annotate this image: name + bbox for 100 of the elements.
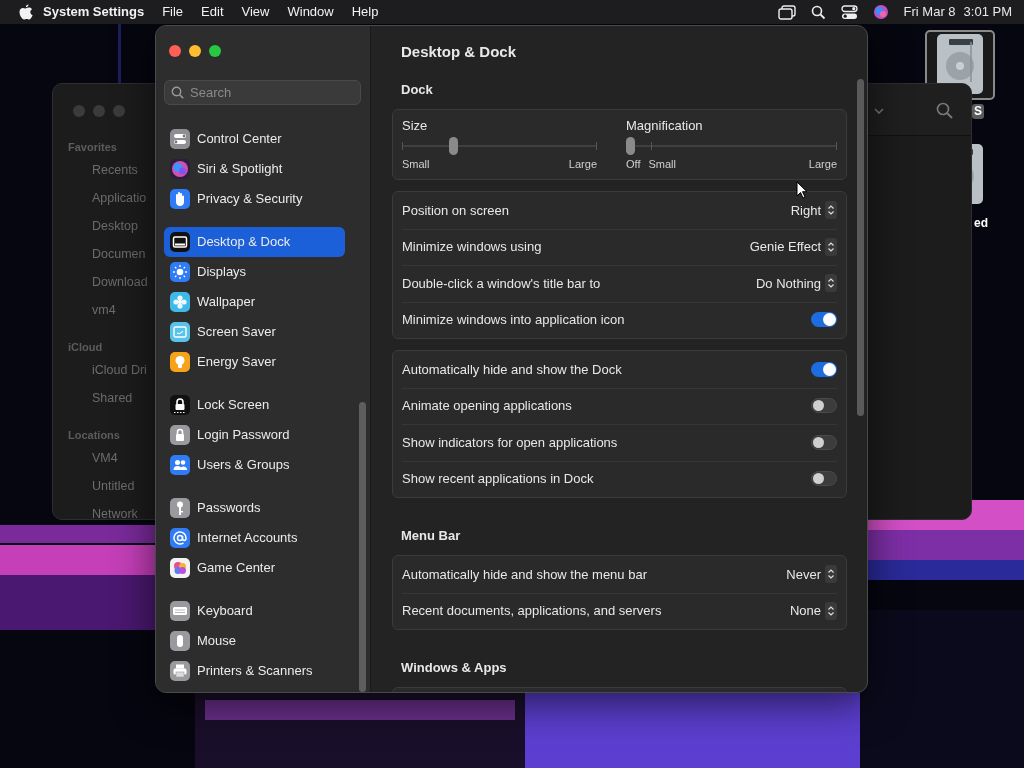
cursor-icon — [796, 181, 808, 199]
time-text: 3:01 PM — [963, 3, 1012, 22]
toggle-switch[interactable] — [811, 471, 837, 487]
apple-icon[interactable] — [19, 4, 33, 20]
search-field[interactable]: Search — [164, 80, 361, 105]
toggle-switch[interactable] — [811, 434, 837, 450]
sidebar-heading: Locations — [68, 428, 120, 443]
sidebar-item[interactable]: Screen Saver — [164, 317, 345, 347]
menu-item[interactable]: View — [232, 0, 279, 24]
people-icon — [170, 455, 190, 475]
sidebar-item[interactable]: Login Password — [164, 420, 345, 450]
orb-icon — [170, 159, 190, 179]
setting-label: Automatically hide and show the Dock — [402, 360, 622, 379]
setting-label: Automatically hide and show the menu bar — [402, 565, 647, 584]
popup-button[interactable]: Do Nothing — [755, 273, 837, 293]
setting-label: Show indicators for open applications — [402, 433, 618, 452]
sidebar-item[interactable]: Desktop & Dock — [164, 227, 345, 257]
sidebar-item[interactable]: Game Center — [164, 553, 345, 583]
icon-label: ed — [973, 216, 989, 231]
slider[interactable] — [626, 136, 837, 156]
sidebar-item[interactable]: Displays — [164, 257, 345, 287]
chevron-icon[interactable] — [874, 108, 884, 114]
page-title: Desktop & Dock — [400, 42, 518, 62]
toggles-icon — [170, 129, 190, 149]
search-icon[interactable] — [810, 4, 826, 20]
scroll-thumb[interactable] — [857, 79, 864, 416]
sidebar-item[interactable]: Lock Screen — [164, 390, 345, 420]
at-sign-icon — [170, 528, 190, 548]
printer-icon — [170, 661, 190, 681]
lock-icon — [170, 425, 190, 445]
slider-thumb[interactable] — [448, 137, 458, 155]
popup-button[interactable]: Genie Effect — [749, 237, 837, 257]
icon-label: S — [972, 104, 984, 119]
scale-label: Off — [626, 157, 641, 171]
sidebar-item[interactable]: Privacy & Security — [164, 184, 345, 214]
keyboard-icon — [170, 601, 190, 621]
section-heading: Windows & Apps — [400, 660, 508, 676]
popup-button[interactable]: Right — [790, 200, 837, 220]
stepper-icon — [825, 201, 837, 220]
sidebar-heading: Favorites — [68, 140, 117, 155]
stepper-icon — [825, 601, 837, 620]
orb-icon[interactable] — [872, 4, 889, 20]
menu-item[interactable]: Help — [342, 0, 388, 24]
menu-item[interactable]: File — [153, 0, 193, 24]
stepper-icon — [825, 274, 837, 293]
windows-icon[interactable] — [777, 4, 796, 20]
scroll-thumb[interactable] — [359, 402, 366, 692]
sidebar-item[interactable]: Internet Accounts — [164, 523, 345, 553]
sun-icon — [170, 262, 190, 282]
toggle-switch[interactable] — [811, 312, 837, 328]
popup-button[interactable]: Never — [786, 564, 837, 584]
setting-label: Minimize windows using — [402, 238, 542, 256]
setting-label: Animate opening applications — [402, 397, 572, 415]
sidebar-item[interactable]: Passwords — [164, 493, 345, 523]
scale-label: Small — [648, 157, 676, 171]
close-button[interactable] — [169, 45, 181, 57]
toggle-switch[interactable] — [811, 398, 837, 414]
slider-thumb[interactable] — [626, 137, 635, 155]
toggles-icon[interactable] — [840, 4, 858, 20]
lock-icon — [170, 395, 190, 415]
sidebar-item[interactable]: Energy Saver — [164, 347, 345, 377]
key-icon — [170, 498, 190, 518]
sidebar-item[interactable]: Siri & Spotlight — [164, 154, 345, 184]
search-icon — [171, 86, 184, 99]
mouse-icon — [170, 631, 190, 651]
lightbulb-icon — [170, 352, 190, 372]
setting-label: Position on screen — [402, 201, 509, 220]
zoom-button[interactable] — [209, 45, 221, 57]
section-heading: Dock — [400, 82, 434, 98]
setting-label: Recent documents, applications, and servers — [402, 602, 662, 620]
sidebar-heading: iCloud — [68, 340, 103, 355]
scale-label: Large — [808, 157, 837, 171]
menu-item[interactable]: Edit — [192, 0, 233, 24]
slider-label: Size — [402, 118, 429, 134]
flower-icon — [170, 292, 190, 312]
sidebar-item[interactable]: Keyboard — [164, 596, 345, 626]
popup-button[interactable]: None — [789, 601, 837, 621]
sidebar-item[interactable]: Control Center — [164, 124, 345, 154]
toggle-switch[interactable] — [811, 361, 837, 377]
scale-label: Small — [402, 157, 430, 171]
hand-icon — [170, 189, 190, 209]
bubbles-icon — [170, 558, 190, 578]
screen-icon — [170, 322, 190, 342]
scale-label: Large — [568, 157, 597, 171]
sidebar-item[interactable]: Mouse — [164, 626, 345, 656]
minimize-button[interactable] — [189, 45, 201, 57]
date-text: Fri Mar 8 — [903, 3, 956, 22]
sidebar-item[interactable]: Wallpaper — [164, 287, 345, 317]
dock-icon — [170, 232, 190, 252]
sidebar-item[interactable]: Printers & Scanners — [164, 656, 345, 686]
slider[interactable] — [402, 136, 597, 156]
app-menu[interactable]: System Settings — [33, 0, 154, 24]
stepper-icon — [825, 237, 837, 256]
setting-label: Double-click a window's title bar to — [402, 274, 601, 293]
setting-label: Minimize windows into application icon — [402, 311, 625, 329]
sidebar-item[interactable]: Users & Groups — [164, 450, 345, 480]
slider-label: Magnification — [626, 118, 704, 134]
menu-item[interactable]: Window — [278, 0, 343, 24]
stepper-icon — [825, 565, 837, 584]
section-heading: Menu Bar — [400, 528, 462, 544]
